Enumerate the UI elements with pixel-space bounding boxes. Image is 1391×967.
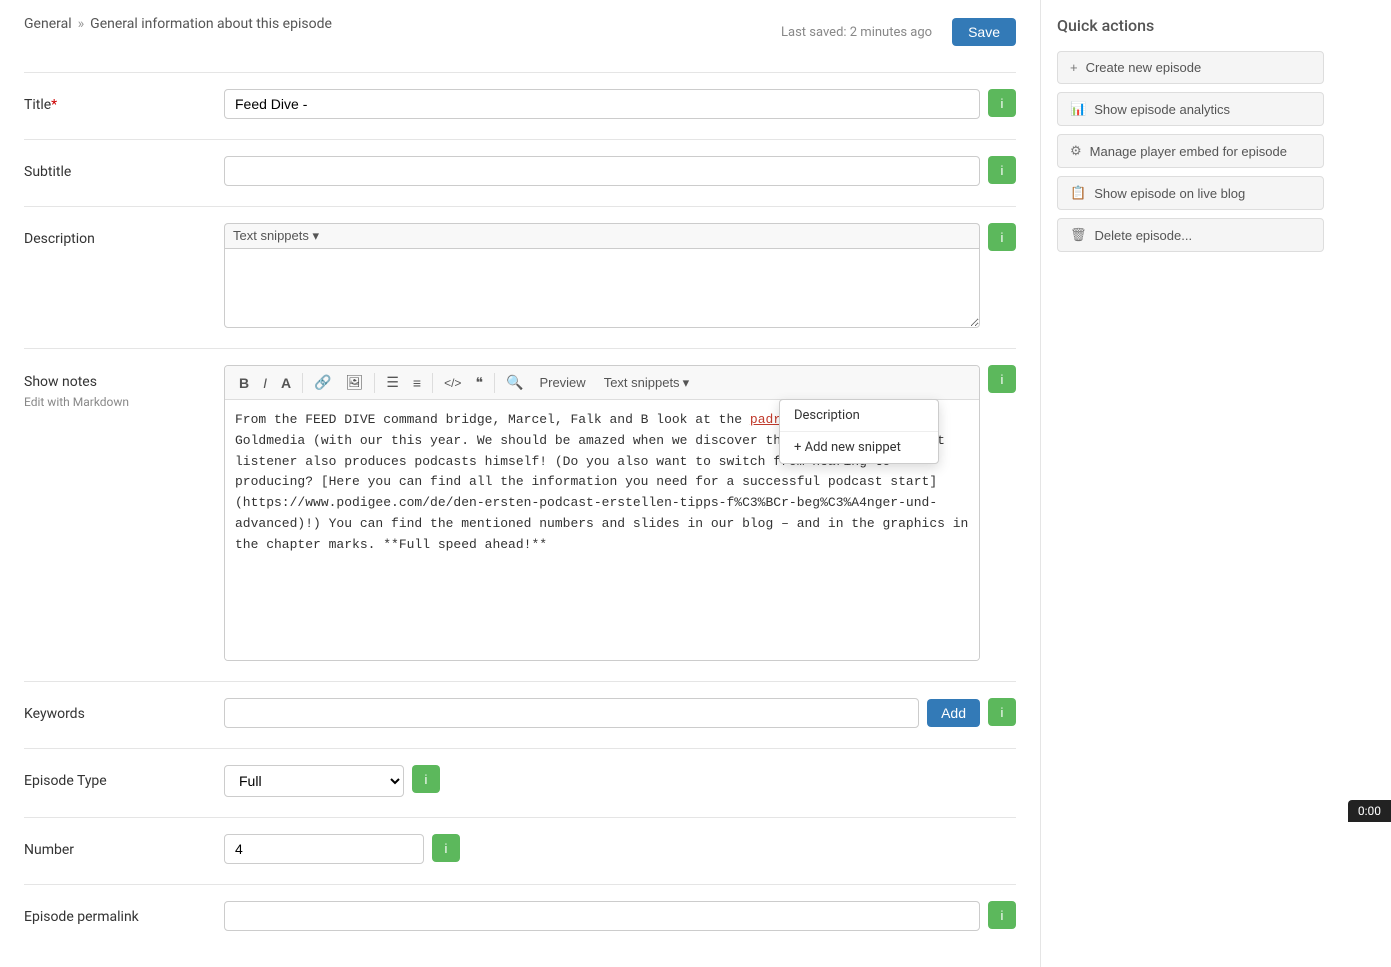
- italic-button[interactable]: I: [257, 371, 273, 395]
- keywords-row: Keywords Add i: [24, 681, 1016, 728]
- font-button[interactable]: A: [275, 371, 297, 395]
- analytics-icon: 📊: [1070, 101, 1086, 117]
- description-snippets-bar: Text snippets ▾: [224, 223, 980, 248]
- subtitle-row: Subtitle i: [24, 139, 1016, 186]
- keywords-add-button[interactable]: Add: [927, 699, 980, 727]
- number-input[interactable]: [224, 834, 424, 864]
- toolbar-divider-2: [374, 373, 375, 393]
- show-analytics-button[interactable]: 📊 Show episode analytics: [1057, 92, 1324, 126]
- live-blog-icon: 📋: [1070, 185, 1086, 201]
- editor-toolbar: B I A 🔗 🖼 ☰ ≡ </> ❝ 🔍 Pre: [225, 366, 979, 400]
- search-button[interactable]: 🔍: [500, 370, 529, 395]
- title-input[interactable]: [224, 89, 980, 119]
- delete-episode-button[interactable]: 🗑 Delete episode...: [1057, 218, 1324, 252]
- live-blog-button[interactable]: 📋 Show episode on live blog: [1057, 176, 1324, 210]
- toolbar-divider-1: [302, 373, 303, 393]
- breadcrumb-separator: »: [78, 16, 85, 32]
- preview-button[interactable]: Preview: [531, 371, 593, 394]
- plus-icon: +: [1070, 60, 1078, 75]
- dropdown-add-snippet[interactable]: + Add new snippet: [780, 431, 938, 463]
- image-button[interactable]: 🖼: [340, 370, 370, 395]
- toolbar-divider-4: [494, 373, 495, 393]
- number-label: Number: [24, 834, 224, 858]
- number-info-button[interactable]: i: [432, 834, 460, 862]
- breadcrumb-link[interactable]: General: [24, 16, 72, 32]
- snippets-button[interactable]: Text snippets ▾: [596, 371, 697, 395]
- description-label: Description: [24, 223, 224, 247]
- episode-type-select[interactable]: Full Trailer Bonus: [224, 765, 404, 797]
- quick-actions-title: Quick actions: [1057, 16, 1324, 35]
- description-control-wrap: Text snippets ▾ i: [224, 223, 1016, 328]
- subtitle-label: Subtitle: [24, 156, 224, 180]
- keywords-control-wrap: Add i: [224, 698, 1016, 728]
- show-notes-editor: B I A 🔗 🖼 ☰ ≡ </> ❝ 🔍 Pre: [224, 365, 980, 661]
- title-info-button[interactable]: i: [988, 89, 1016, 117]
- breadcrumb-current: General information about this episode: [90, 16, 332, 32]
- subtitle-input[interactable]: [224, 156, 980, 186]
- breadcrumb: General » General information about this…: [24, 16, 332, 32]
- keywords-info-button[interactable]: i: [988, 698, 1016, 726]
- snippets-dropdown: Description + Add new snippet: [779, 399, 939, 464]
- permalink-row: Episode permalink i: [24, 884, 1016, 931]
- number-row: Number i: [24, 817, 1016, 864]
- bottom-bar: 0:00: [1348, 800, 1391, 822]
- keywords-wrap: Add: [224, 698, 980, 728]
- number-control-wrap: i: [224, 834, 1016, 864]
- title-control-wrap: i: [224, 89, 1016, 119]
- permalink-info-button[interactable]: i: [988, 901, 1016, 929]
- list-ul-button[interactable]: ☰: [380, 370, 405, 395]
- trash-icon: 🗑: [1070, 227, 1087, 243]
- keywords-input[interactable]: [224, 698, 919, 728]
- link-button[interactable]: 🔗: [308, 370, 337, 395]
- episode-type-info-button[interactable]: i: [412, 765, 440, 793]
- episode-type-control-wrap: Full Trailer Bonus i: [224, 765, 1016, 797]
- list-ol-button[interactable]: ≡: [407, 371, 427, 395]
- title-label: Title*: [24, 89, 224, 113]
- description-info-button[interactable]: i: [988, 223, 1016, 251]
- show-notes-info-button[interactable]: i: [988, 365, 1016, 393]
- last-saved-text: Last saved: 2 minutes ago: [781, 25, 932, 40]
- episode-type-row: Episode Type Full Trailer Bonus i: [24, 748, 1016, 797]
- title-row: Title* i: [24, 72, 1016, 119]
- dropdown-description-item[interactable]: Description: [780, 400, 938, 431]
- quote-button[interactable]: ❝: [469, 370, 489, 395]
- gear-icon: ⚙: [1070, 143, 1082, 159]
- permalink-label: Episode permalink: [24, 901, 224, 925]
- show-notes-label: Show notes Edit with Markdown: [24, 365, 224, 409]
- description-snippets-button[interactable]: Text snippets ▾: [233, 228, 319, 244]
- description-textarea[interactable]: [224, 248, 980, 328]
- show-notes-row: Show notes Edit with Markdown B I A 🔗 🖼 …: [24, 348, 1016, 661]
- description-row: Description Text snippets ▾ i: [24, 206, 1016, 328]
- save-button[interactable]: Save: [952, 18, 1016, 46]
- permalink-control-wrap: i: [224, 901, 1016, 931]
- permalink-input[interactable]: [224, 901, 980, 931]
- keywords-label: Keywords: [24, 698, 224, 722]
- episode-type-label: Episode Type: [24, 765, 224, 789]
- code-button[interactable]: </>: [438, 372, 467, 394]
- subtitle-control-wrap: i: [224, 156, 1016, 186]
- description-wrap: Text snippets ▾: [224, 223, 980, 328]
- manage-embed-button[interactable]: ⚙ Manage player embed for episode: [1057, 134, 1324, 168]
- show-notes-control-wrap: B I A 🔗 🖼 ☰ ≡ </> ❝ 🔍 Pre: [224, 365, 1016, 661]
- toolbar-divider-3: [432, 373, 433, 393]
- subtitle-info-button[interactable]: i: [988, 156, 1016, 184]
- bold-button[interactable]: B: [233, 371, 255, 395]
- create-episode-button[interactable]: + Create new episode: [1057, 51, 1324, 84]
